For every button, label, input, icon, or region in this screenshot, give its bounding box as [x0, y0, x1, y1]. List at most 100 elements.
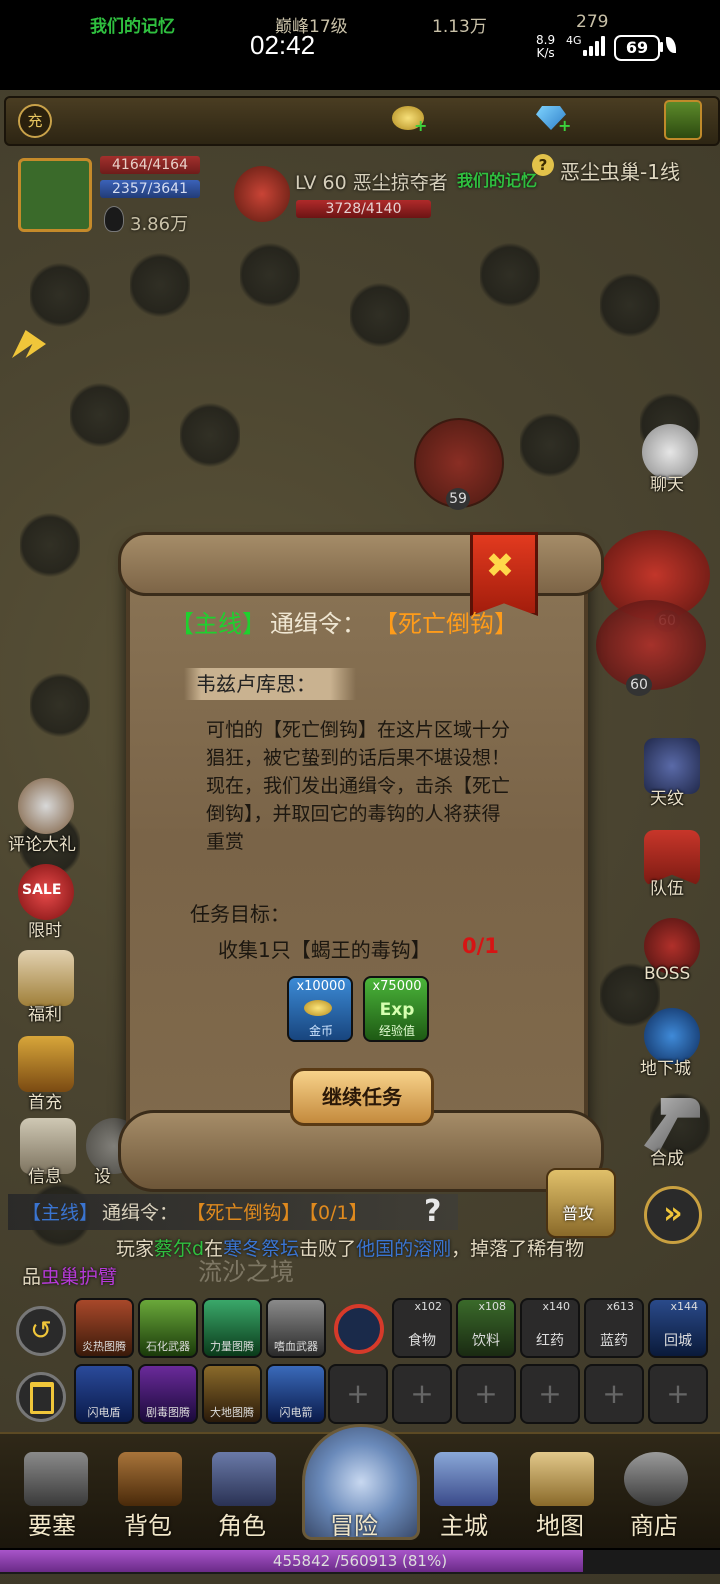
empty-slot-6[interactable]: +	[648, 1364, 708, 1424]
welfare-gift-icon[interactable]	[18, 950, 74, 1006]
empty-slot-3[interactable]: +	[456, 1364, 516, 1424]
consumable-label-3: 红药	[536, 1333, 564, 1349]
consumable-count-4: x613	[606, 1300, 634, 1313]
trash-body-icon	[30, 1382, 54, 1414]
auto-skill-disabled-icon[interactable]	[334, 1304, 384, 1354]
empty-slot-1[interactable]: +	[328, 1364, 388, 1424]
network-speed: 8.9 K/s	[536, 34, 555, 60]
reward-exp-label: 经验值	[378, 1024, 415, 1038]
empty-slot-2[interactable]: +	[392, 1364, 452, 1424]
main-city-icon[interactable]	[434, 1452, 498, 1506]
treasure-chest-icon[interactable]	[18, 1036, 74, 1092]
first-charge-label[interactable]: 首充	[28, 1088, 62, 1113]
craft-label[interactable]: 合成	[650, 1144, 684, 1169]
mosquito-monster-2[interactable]	[596, 600, 706, 690]
chat-label[interactable]: 聊天	[650, 470, 684, 495]
settings-label[interactable]: 设	[94, 1162, 111, 1187]
skill-label-4: 嗜血武器	[274, 1340, 318, 1353]
limited-label[interactable]: 限时	[28, 916, 62, 941]
attack-label[interactable]: 普攻	[562, 1200, 594, 1224]
quest-type-tag: 【主线】	[170, 610, 266, 638]
experience-text: 455842 /560913 (81%)	[272, 1552, 448, 1570]
target-name: LV 60 恶尘掠夺者	[295, 172, 448, 194]
reward-exp-count: x75000	[372, 979, 422, 994]
quest-tracker-text[interactable]: 【主线】 通缉令： 【死亡倒钩】 【0/1】	[22, 1198, 368, 1225]
broadcast-player[interactable]: 蔡尔d	[154, 1238, 204, 1260]
objective-label: 任务目标：	[190, 902, 290, 926]
target-mosquito-icon[interactable]	[234, 166, 290, 222]
monster-level-60-b: 60	[626, 674, 652, 696]
quest-description: 可怕的【死亡倒钩】在这片区域十分猖狂，被它蛰到的话后果不堪设想！现在，我们发出通…	[206, 719, 511, 853]
continue-quest-button[interactable]: 继续任务	[290, 1068, 434, 1126]
nav-main-city[interactable]: 主城	[440, 1506, 488, 1541]
refresh-icon[interactable]: ↺	[16, 1306, 66, 1356]
nav-backpack[interactable]: 背包	[124, 1506, 172, 1541]
broadcast-line2-prefix: 品	[22, 1266, 42, 1288]
empty-slot-4[interactable]: +	[520, 1364, 580, 1424]
battery-tip-icon	[660, 42, 663, 52]
next-target-icon[interactable]: »	[644, 1186, 702, 1244]
tracker-text: 通缉令：	[102, 1202, 179, 1224]
add-gold-icon[interactable]: +	[414, 116, 427, 135]
close-icon[interactable]: ✖	[482, 548, 518, 584]
target-hp-bar: 3728/4140	[296, 200, 431, 218]
recharge-badge[interactable]: 充	[18, 104, 52, 138]
player-avatar[interactable]	[18, 158, 92, 232]
nav-adventure[interactable]: 冒险	[330, 1506, 378, 1541]
consumable-label-1: 食物	[408, 1333, 436, 1349]
shop-icon[interactable]	[624, 1452, 688, 1506]
add-icon: +	[602, 1377, 626, 1410]
broadcast-line-1: 玩家蔡尔d在寒冬祭坛击败了他国的溶刚，掉落了稀有物	[116, 1234, 584, 1261]
guild-name[interactable]: 我们的记忆	[90, 12, 175, 37]
info-label[interactable]: 信息	[28, 1162, 62, 1187]
player-power: 3.86万	[130, 214, 189, 235]
tracker-help-icon[interactable]: ?	[424, 1194, 441, 1229]
map-name[interactable]: 恶尘虫巢-1线	[560, 156, 680, 185]
consumable-count-1: x102	[414, 1300, 442, 1313]
top-resource-bar	[4, 96, 720, 146]
map-scroll-icon[interactable]	[530, 1452, 594, 1506]
consumable-label-4: 蓝药	[600, 1333, 628, 1349]
consumable-label-5: 回城	[664, 1333, 692, 1349]
nav-shop[interactable]: 商店	[630, 1506, 678, 1541]
add-icon: +	[666, 1377, 690, 1410]
character-helmet-icon[interactable]	[212, 1452, 276, 1506]
tracker-tag: 【主线】	[22, 1202, 99, 1224]
add-icon: +	[538, 1377, 562, 1410]
net-speed-unit: K/s	[536, 46, 555, 60]
help-icon[interactable]: ?	[532, 154, 554, 176]
nav-character[interactable]: 角色	[218, 1506, 266, 1541]
nav-map[interactable]: 地图	[536, 1506, 584, 1541]
skill-label-3: 力量图腾	[210, 1340, 254, 1353]
backpack-icon[interactable]	[118, 1452, 182, 1506]
dungeon-label[interactable]: 地下城	[640, 1054, 691, 1079]
exp-icon: Exp	[379, 1000, 415, 1020]
broadcast-end: ，掉落了稀有物	[451, 1238, 585, 1260]
player-mp-bar: 2357/3641	[100, 180, 200, 198]
nav-fortress[interactable]: 要塞	[28, 1506, 76, 1541]
tianshi-label[interactable]: 天纹	[650, 784, 684, 809]
peak-level: 巅峰17级	[275, 17, 348, 37]
skill-label-7: 大地图腾	[210, 1406, 254, 1419]
review-gift-label[interactable]: 评论大礼	[8, 830, 76, 855]
character-portrait-icon[interactable]	[664, 100, 702, 140]
objective-progress: 0/1	[462, 934, 499, 958]
consumable-count-3: x140	[542, 1300, 570, 1313]
skill-label-6: 剧毒图腾	[146, 1406, 190, 1419]
broadcast-item[interactable]: 虫巢护臂	[41, 1266, 117, 1288]
add-diamond-icon[interactable]: +	[558, 116, 571, 135]
team-label[interactable]: 队伍	[650, 874, 684, 899]
broadcast-action: 击败了	[299, 1238, 357, 1260]
gold-amount: 1.13万	[432, 17, 487, 37]
reward-gold-label: 金币	[308, 1024, 333, 1038]
empty-slot-5[interactable]: +	[584, 1364, 644, 1424]
monster-level-59: 59	[446, 488, 470, 510]
add-icon: +	[474, 1377, 498, 1410]
target-guild: 我们的记忆	[457, 171, 538, 190]
fortress-icon[interactable]	[24, 1452, 88, 1506]
quest-title-target: 【死亡倒钩】	[386, 610, 518, 638]
broadcast-line-2: 品虫巢护臂	[22, 1262, 117, 1289]
welfare-label[interactable]: 福利	[28, 1000, 62, 1025]
boss-label[interactable]: BOSS	[644, 964, 690, 984]
review-gift-icon[interactable]	[18, 778, 74, 834]
